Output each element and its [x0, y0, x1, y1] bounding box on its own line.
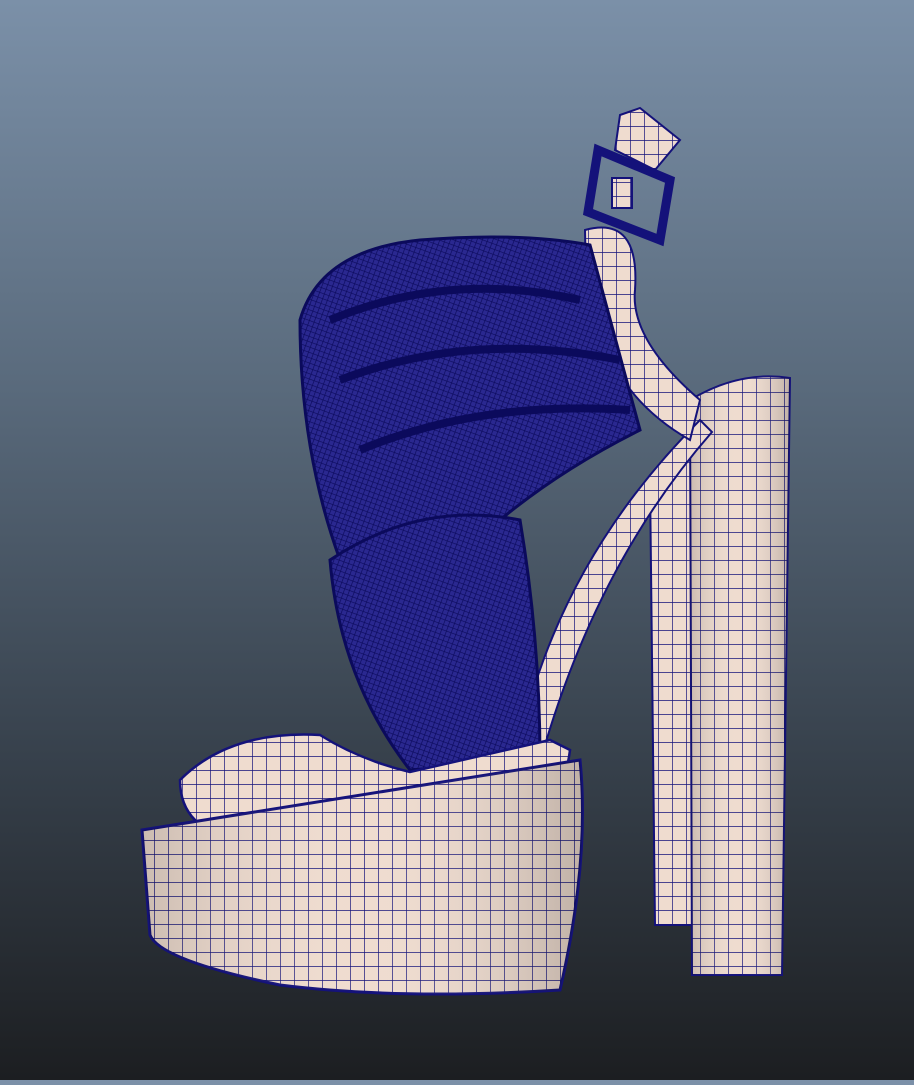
- main-heel: [688, 375, 792, 976]
- 3d-viewport[interactable]: [0, 0, 914, 1080]
- shoe-model: [140, 106, 792, 996]
- upper-wrap: [298, 235, 642, 772]
